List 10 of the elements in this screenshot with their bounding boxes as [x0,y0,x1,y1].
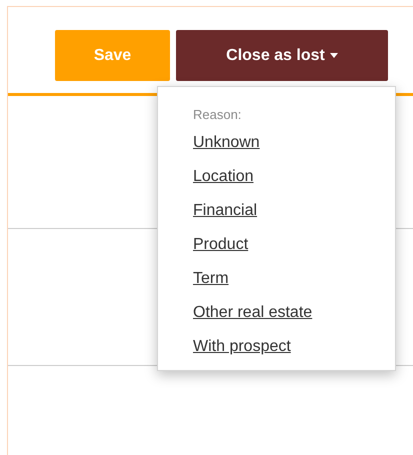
reason-option-link[interactable]: Location [193,166,254,186]
reason-option-link[interactable]: Other real estate [193,302,312,322]
reason-option-link[interactable]: Financial [193,200,258,220]
caret-icon [330,53,338,58]
menu-heading: Reason: [193,106,242,124]
reason-option-link[interactable]: With prospect [193,336,291,356]
reason-option-link[interactable]: Unknown [193,132,260,152]
reason-option-link[interactable]: Term [193,268,229,288]
reason-option-link[interactable]: Product [193,234,248,254]
close-as-lost-button[interactable]: Close as lost [176,30,388,81]
